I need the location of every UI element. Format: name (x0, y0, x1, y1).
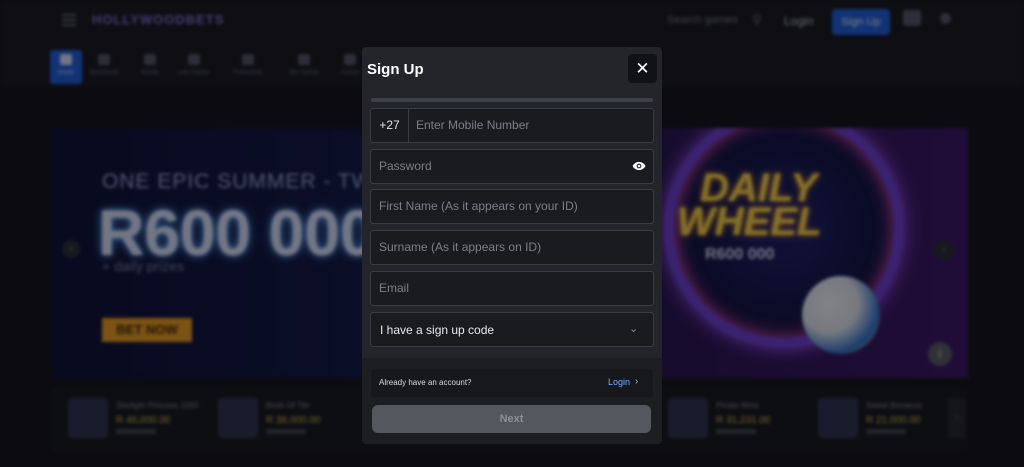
mobile-number-placeholder: Enter Mobile Number (416, 118, 530, 132)
email-field[interactable]: Email (370, 271, 654, 306)
surname-field[interactable]: Surname (As it appears on ID) (370, 230, 654, 265)
login-link[interactable]: Login (608, 377, 630, 387)
first-name-field[interactable]: First Name (As it appears on your ID) (370, 189, 654, 224)
mobile-number-field[interactable]: +27 Enter Mobile Number (370, 108, 654, 143)
login-prompt-row[interactable]: Already have an account? Login › (371, 369, 653, 397)
email-placeholder: Email (379, 281, 410, 295)
chevron-down-icon: ⌄ (629, 323, 639, 335)
signup-modal: Sign Up ✕ +27 Enter Mobile Number Passwo… (362, 47, 662, 444)
account-question: Already have an account? (379, 378, 472, 387)
signup-code-label: I have a sign up code (380, 323, 495, 337)
chevron-right-icon: › (635, 376, 639, 387)
close-icon: ✕ (635, 59, 650, 78)
password-placeholder: Password (379, 159, 432, 173)
signup-code-select[interactable]: I have a sign up code ⌄ (370, 312, 654, 347)
eye-icon[interactable] (632, 159, 646, 173)
signup-progress-bar (371, 98, 653, 102)
password-field[interactable]: Password (370, 149, 654, 184)
next-button[interactable]: Next (372, 405, 651, 433)
close-button[interactable]: ✕ (628, 54, 657, 83)
modal-title: Sign Up (367, 61, 424, 78)
first-name-placeholder: First Name (As it appears on your ID) (379, 199, 578, 213)
surname-placeholder: Surname (As it appears on ID) (379, 240, 542, 254)
country-code[interactable]: +27 (371, 109, 409, 142)
